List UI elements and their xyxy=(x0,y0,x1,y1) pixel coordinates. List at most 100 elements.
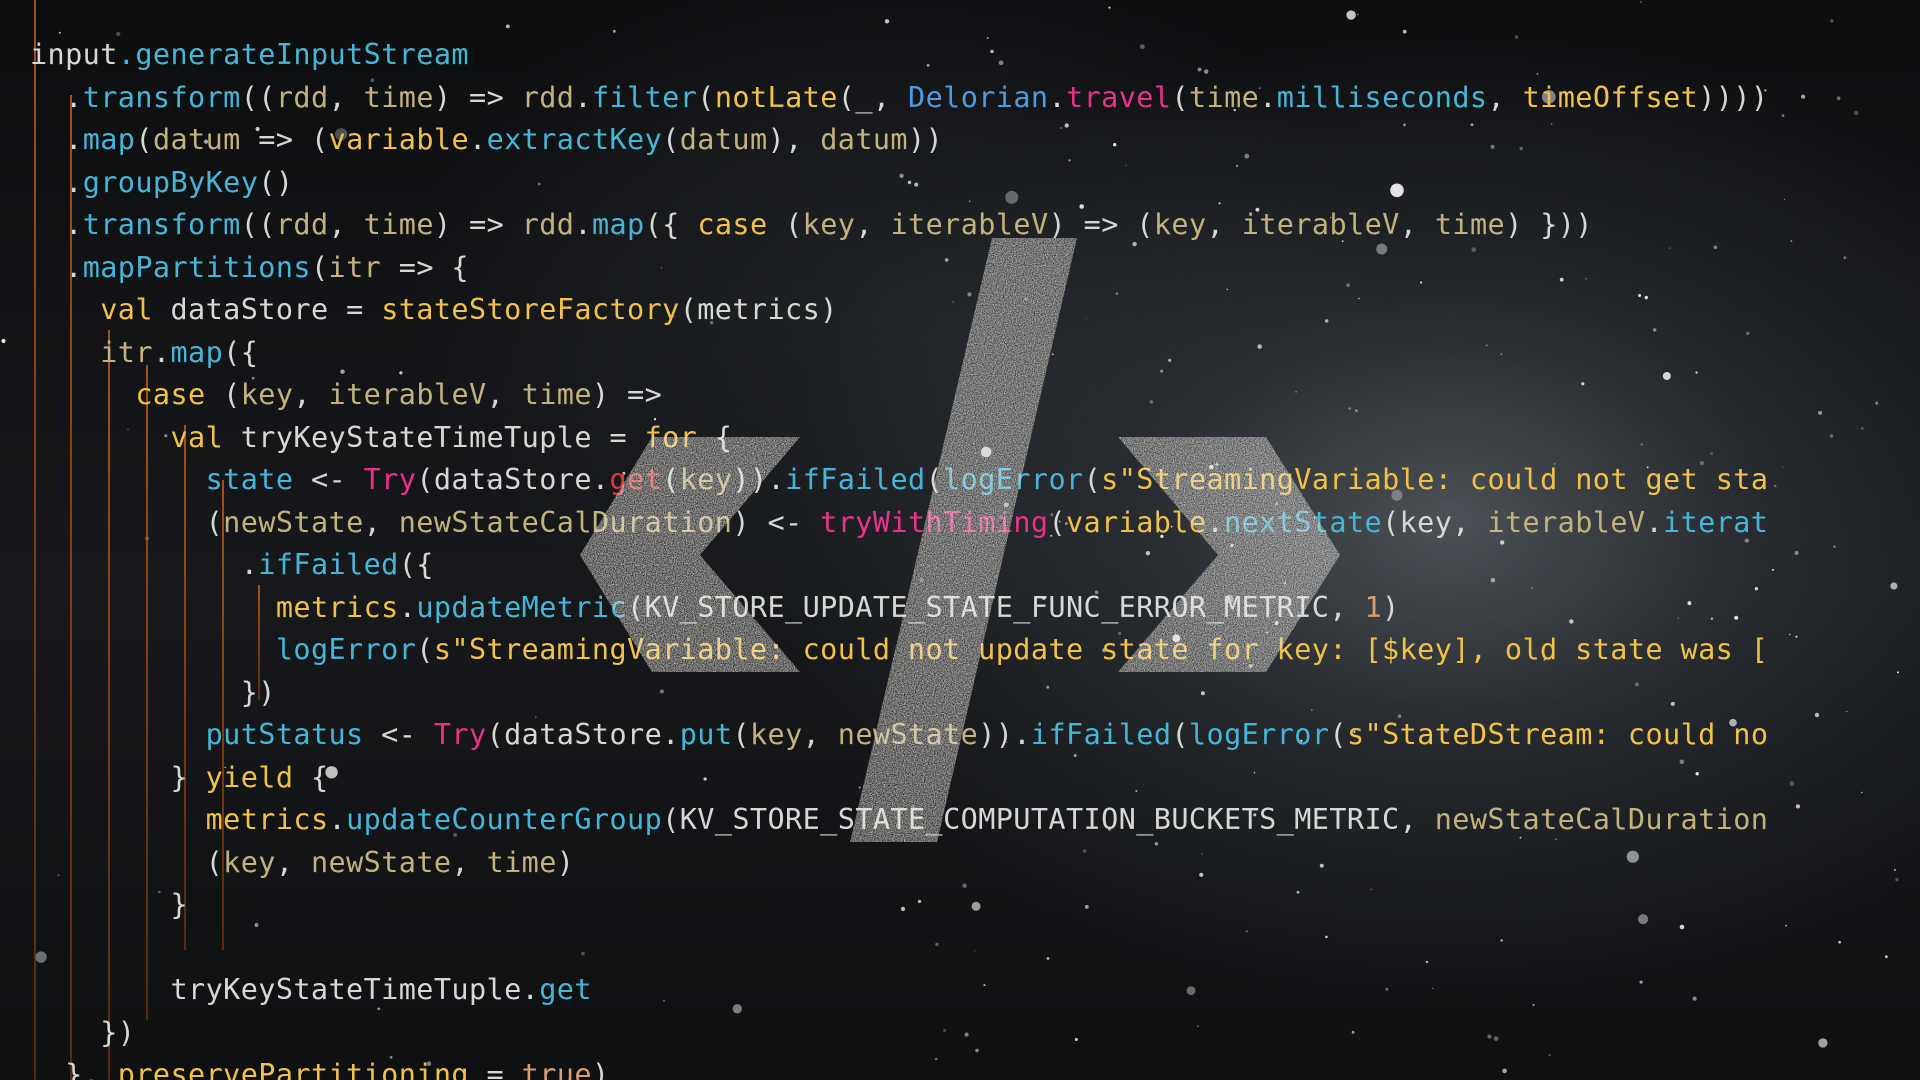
code-token: . xyxy=(1206,505,1225,539)
code-token: <- xyxy=(293,463,364,496)
dust-speck xyxy=(1818,1038,1828,1048)
code-line: .transform((rdd, time) => rdd.filter(not… xyxy=(30,77,1768,120)
code-token: rdd xyxy=(275,208,329,241)
dust-speck xyxy=(1833,545,1836,548)
code-token: rdd xyxy=(275,80,329,114)
code-token: = xyxy=(468,1058,522,1080)
code-line: }) xyxy=(30,672,1768,715)
code-token: updateMetric xyxy=(416,590,628,624)
code-token: , xyxy=(328,208,364,241)
code-token: tryKeyStateTimeTuple. xyxy=(30,973,540,1006)
code-token: . xyxy=(30,80,83,114)
code-token: metrics xyxy=(275,590,399,624)
dust-speck xyxy=(1861,427,1864,430)
code-token: } xyxy=(30,760,206,794)
code-token: iterableV xyxy=(1487,505,1646,539)
code-token: datum xyxy=(679,123,768,156)
code-token: } xyxy=(30,888,189,921)
code-wallpaper: input.generateInputStream .transform((rd… xyxy=(0,0,1920,1080)
code-token: time xyxy=(1434,208,1506,241)
code-token: transform xyxy=(82,208,241,241)
code-token: case xyxy=(697,208,768,241)
code-token: iterableV xyxy=(890,208,1049,241)
code-token: newStateCalDuration xyxy=(398,505,733,539)
code-token: . xyxy=(152,335,171,369)
code-token: case xyxy=(135,378,206,411)
code-token: }) xyxy=(30,675,276,709)
code-token: putStatus xyxy=(205,718,364,751)
code-line: itr.map({ xyxy=(30,332,1768,375)
code-token: newState xyxy=(837,718,979,751)
dust-speck xyxy=(1108,6,1111,9)
code-token: ) xyxy=(591,1058,610,1080)
dust-speck xyxy=(1875,401,1879,405)
code-token: , xyxy=(486,378,522,411)
code-token: ( xyxy=(767,208,803,241)
code-token: newState xyxy=(310,845,452,879)
code-line: .groupByKey() xyxy=(30,162,1768,205)
code-token: . xyxy=(398,590,417,624)
code-token: ( xyxy=(135,123,153,156)
code-token: newState xyxy=(223,505,364,539)
code-line: logError(s"StreamingVariable: could not … xyxy=(30,629,1768,672)
dust-speck xyxy=(1794,551,1799,555)
code-token: logError xyxy=(275,633,417,666)
code-token: ( xyxy=(1329,718,1347,751)
code-token: get xyxy=(609,463,663,496)
code-line: .mapPartitions(itr => { xyxy=(30,247,1768,290)
code-token: logError xyxy=(943,463,1084,496)
dust-speck xyxy=(1838,940,1841,944)
code-token: (dataStore. xyxy=(486,718,680,751)
dust-speck xyxy=(1890,582,1898,590)
code-token: ifFailed xyxy=(258,548,399,581)
dust-speck xyxy=(1640,1,1642,3)
code-line: } yield { xyxy=(30,757,1768,800)
code-token: key xyxy=(223,845,276,879)
code-line: tryKeyStateTimeTuple.get xyxy=(30,969,1768,1012)
code-token: yield xyxy=(205,760,294,794)
code-token: key xyxy=(240,378,294,411)
code-token: ), xyxy=(767,123,821,156)
dust-speck xyxy=(1790,240,1793,243)
code-token: get xyxy=(539,973,592,1006)
code-token: , xyxy=(451,845,487,879)
code-token: }, xyxy=(30,1058,118,1080)
code-token: map xyxy=(82,123,136,156)
code-token: notLate xyxy=(714,80,838,114)
code-token: ( xyxy=(925,463,944,496)
code-token: (KV_STORE_UPDATE_STATE_FUNC_ERROR_METRIC… xyxy=(627,590,1365,624)
dust-speck xyxy=(1782,466,1784,468)
dust-speck xyxy=(1773,484,1777,488)
dust-speck xyxy=(1781,114,1785,118)
code-line: .map(datum => (variable.extractKey(datum… xyxy=(30,119,1768,162)
code-token: )). xyxy=(732,463,786,496)
dust-speck xyxy=(1829,434,1834,438)
code-token: 1 xyxy=(1364,590,1383,624)
code-token: )))) xyxy=(1698,80,1769,114)
code-token: ifFailed xyxy=(1030,718,1172,751)
code-token: () xyxy=(258,165,294,199)
code-token: ( xyxy=(662,123,680,156)
code-token: ( xyxy=(1171,80,1189,114)
code-token: iterableV xyxy=(1241,208,1400,241)
code-token: time xyxy=(1188,80,1260,114)
code-token: ( xyxy=(205,378,241,411)
code-token: => ( xyxy=(240,123,329,156)
code-token: s"StreamingVariable: could not update st… xyxy=(433,633,1769,666)
dust-speck xyxy=(1836,96,1841,101)
dust-speck xyxy=(1814,712,1820,718)
code-token: ( xyxy=(30,505,224,539)
code-token: time xyxy=(363,208,434,241)
code-token: ( xyxy=(662,463,680,496)
code-token: ( xyxy=(1048,505,1066,539)
code-token: s"StateDStream: could no xyxy=(1346,718,1769,751)
code-token: key xyxy=(802,208,856,241)
code-token: rdd xyxy=(521,208,575,241)
dust-speck xyxy=(1897,671,1899,674)
code-line: case (key, iterableV, time) => xyxy=(30,374,1768,417)
